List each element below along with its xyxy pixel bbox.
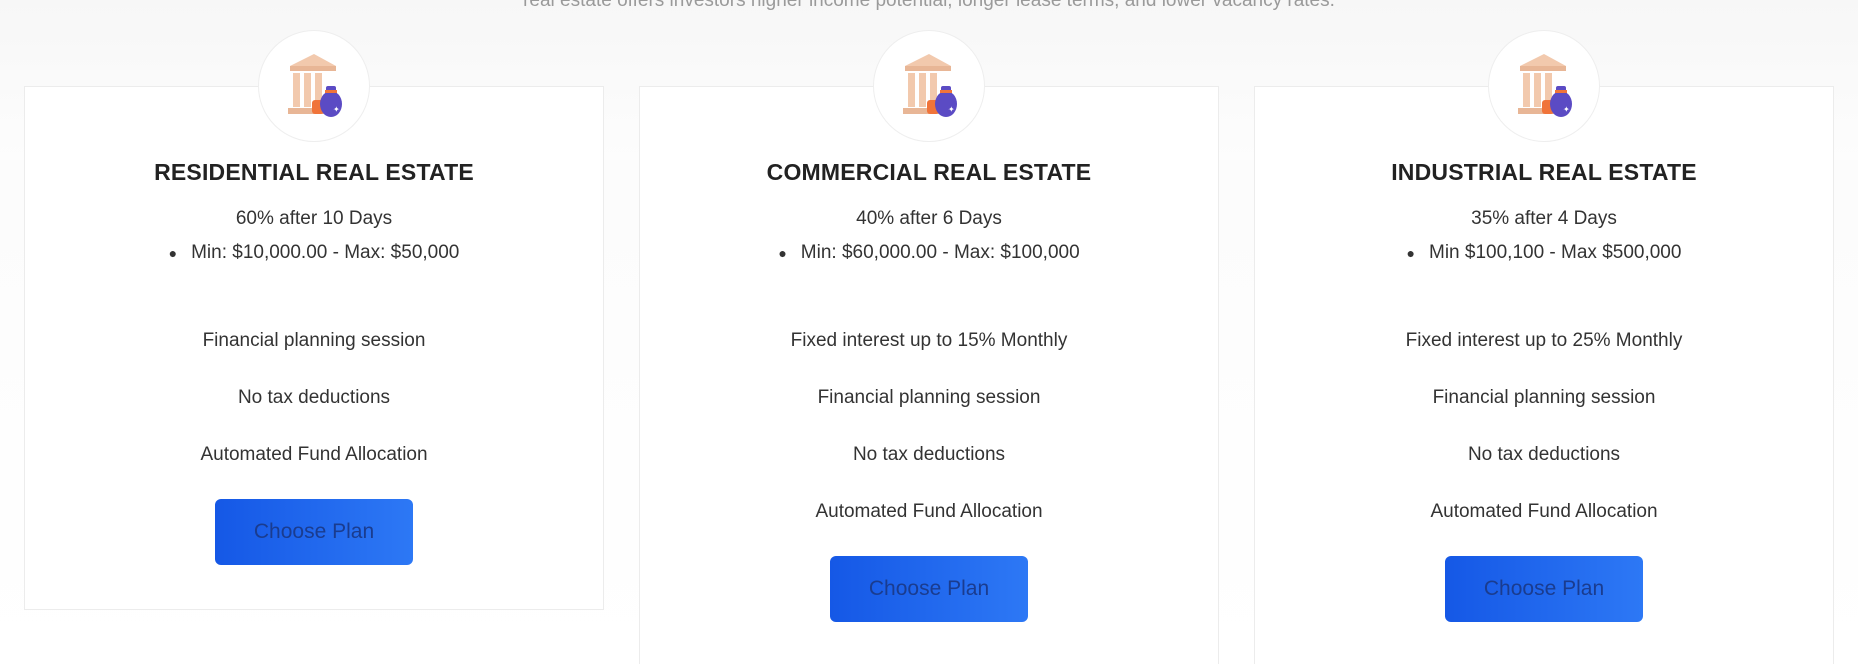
plan-range-text: Min $100,100 - Max $500,000 xyxy=(1429,242,1682,263)
plan-feature: Fixed interest up to 25% Monthly xyxy=(1405,330,1683,351)
svg-text:✦: ✦ xyxy=(1563,105,1570,114)
plan-feature: Financial planning session xyxy=(817,387,1041,408)
plan-range: ● Min: $60,000.00 - Max: $100,000 xyxy=(640,242,1218,264)
plan-feature: Financial planning session xyxy=(1432,387,1656,408)
plan-feature: Automated Fund Allocation xyxy=(200,444,428,465)
plan-card-residential: RESIDENTIAL REAL ESTATE 60% after 10 Day… xyxy=(24,86,604,610)
intro-text: real estate offers investors higher inco… xyxy=(523,0,1335,11)
svg-text:✦: ✦ xyxy=(948,105,955,114)
plan-feature: Automated Fund Allocation xyxy=(815,501,1043,522)
choose-plan-button[interactable]: Choose Plan xyxy=(215,499,413,565)
plan-features: Fixed interest up to 25% Monthly Financi… xyxy=(1255,312,1833,540)
plan-feature: No tax deductions xyxy=(852,444,1006,465)
bank-moneybag-icon: ✦ xyxy=(258,30,370,142)
plan-range-text: Min: $10,000.00 - Max: $50,000 xyxy=(191,242,460,263)
bullet-icon: ● xyxy=(168,244,178,261)
bank-moneybag-icon: ✦ xyxy=(873,30,985,142)
bullet-icon: ● xyxy=(778,244,787,261)
bank-moneybag-icon: ✦ xyxy=(1488,30,1600,142)
plan-range: ● Min $100,100 - Max $500,000 xyxy=(1255,242,1833,264)
plan-feature: Automated Fund Allocation xyxy=(1430,501,1658,522)
plan-card-industrial: INDUSTRIAL REAL ESTATE 35% after 4 Days … xyxy=(1254,86,1834,664)
plan-rate: 40% after 6 Days xyxy=(856,208,1002,229)
bank-moneybag-icon-graphic: ✦ xyxy=(1518,54,1572,117)
plan-card-commercial: COMMERCIAL REAL ESTATE 40% after 6 Days … xyxy=(639,86,1219,664)
plan-feature: Financial planning session xyxy=(202,330,426,351)
svg-text:✦: ✦ xyxy=(333,105,340,114)
plan-features: Financial planning session No tax deduct… xyxy=(25,312,603,483)
plan-feature: No tax deductions xyxy=(1467,444,1621,465)
plan-rate: 60% after 10 Days xyxy=(235,208,393,229)
plan-feature: No tax deductions xyxy=(237,387,391,408)
bank-moneybag-icon-graphic: ✦ xyxy=(288,54,342,117)
choose-plan-button[interactable]: Choose Plan xyxy=(1445,556,1643,622)
bank-moneybag-icon-graphic: ✦ xyxy=(903,54,957,117)
plan-range-text: Min: $60,000.00 - Max: $100,000 xyxy=(800,242,1080,263)
plan-range: ● Min: $10,000.00 - Max: $50,000 xyxy=(25,242,603,264)
choose-plan-button[interactable]: Choose Plan xyxy=(830,556,1028,622)
plan-features: Fixed interest up to 15% Monthly Financi… xyxy=(640,312,1218,540)
plan-feature: Fixed interest up to 15% Monthly xyxy=(790,330,1068,351)
bullet-icon: ● xyxy=(1406,244,1415,261)
plan-rate: 35% after 4 Days xyxy=(1471,208,1617,229)
plans-page: real estate offers investors higher inco… xyxy=(0,0,1858,664)
